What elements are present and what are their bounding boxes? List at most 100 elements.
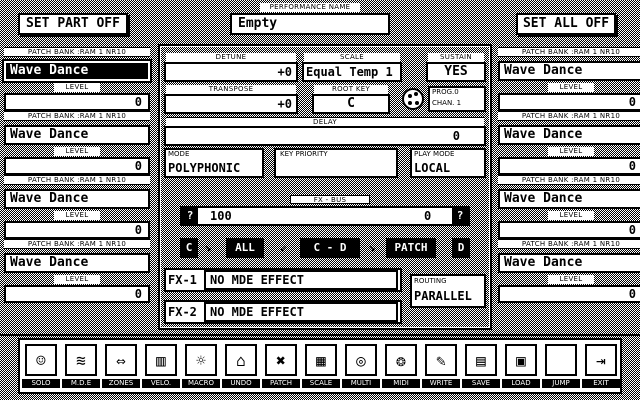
- solo-icon: ☺: [25, 344, 57, 376]
- toolbar-multi-button[interactable]: ◎ MULTI: [342, 340, 380, 390]
- toolbar-macro-button[interactable]: ☼ MACRO: [182, 340, 220, 390]
- toolbar-label: JUMP: [542, 379, 580, 388]
- toolbar-load-button[interactable]: ▣ LOAD: [502, 340, 540, 390]
- right-part-level-field[interactable]: 0: [498, 285, 640, 303]
- toolbar-jump-button[interactable]: JUMP: [542, 340, 580, 390]
- route-c-button[interactable]: C: [180, 238, 198, 258]
- toolbar-velo-button[interactable]: ▥ VELO.: [142, 340, 180, 390]
- key-priority-label: KEY PRIORITY: [280, 150, 328, 158]
- toolbar-label: VELO.: [142, 379, 180, 388]
- fx-bus-right-button[interactable]: ?: [452, 208, 468, 224]
- right-part-patch-field[interactable]: Wave Dance: [498, 253, 640, 273]
- left-part-level-label: LEVEL: [54, 211, 100, 220]
- toolbar-write-button[interactable]: ✎ WRITE: [422, 340, 460, 390]
- transpose-label: TRANSPOSE: [166, 85, 296, 94]
- routing-label: ROUTING: [414, 277, 447, 285]
- toolbar-exit-button[interactable]: ⇥ EXIT: [582, 340, 620, 390]
- right-part-level-field[interactable]: 0: [498, 157, 640, 175]
- toolbar-label: PATCH: [262, 379, 300, 388]
- route-d-button[interactable]: D: [452, 238, 470, 258]
- right-part-patch-field[interactable]: Wave Dance: [498, 125, 640, 145]
- right-part-level-field[interactable]: 0: [498, 93, 640, 111]
- toolbar-label: UNDO: [222, 379, 260, 388]
- toolbar-label: ZONES: [102, 379, 140, 388]
- route-cd-button[interactable]: C - D: [300, 238, 360, 258]
- velocity-icon: ▥: [145, 344, 177, 376]
- write-icon: ✎: [425, 344, 457, 376]
- fx-bus-label: FX - BUS: [290, 195, 370, 204]
- arrow-left-icon: ↘: [204, 240, 212, 254]
- left-part-level-field[interactable]: 0: [4, 157, 150, 175]
- toolbar-mde-button[interactable]: ≋ M.D.E: [62, 340, 100, 390]
- detune-label: DETUNE: [166, 53, 296, 62]
- route-all-button[interactable]: ALL: [226, 238, 264, 258]
- left-part-patch-field[interactable]: Wave Dance: [4, 253, 150, 273]
- arrow-mid-icon: ↙: [280, 240, 288, 254]
- right-part-level-label: LEVEL: [548, 211, 594, 220]
- root-key-label: ROOT KEY: [314, 85, 388, 94]
- routing-value: PARALLEL: [414, 289, 472, 303]
- right-part-patch-field[interactable]: Wave Dance: [498, 61, 640, 81]
- toolbar-label: SOLO: [22, 379, 60, 388]
- toolbar-label: SAVE: [462, 379, 500, 388]
- root-key-field[interactable]: C: [312, 94, 390, 114]
- load-icon: ▣: [505, 344, 537, 376]
- save-icon: ▤: [465, 344, 497, 376]
- scale-icon: ▦: [305, 344, 337, 376]
- fx2-field[interactable]: NO MDE EFFECT: [204, 302, 398, 322]
- toolbar-scale-button[interactable]: ▦ SCALE: [302, 340, 340, 390]
- left-part-patch-field[interactable]: Wave Dance: [4, 189, 150, 209]
- toolbar-patch-button[interactable]: ✖ PATCH: [262, 340, 300, 390]
- patch-icon: ✖: [265, 344, 297, 376]
- sustain-field[interactable]: YES: [426, 62, 486, 82]
- fx-bus-right-value: 0: [424, 209, 432, 223]
- scale-field[interactable]: Equal Temp 1: [302, 62, 402, 82]
- scale-label: SCALE: [304, 53, 400, 62]
- toolbar-save-button[interactable]: ▤ SAVE: [462, 340, 500, 390]
- set-part-off-button[interactable]: SET PART OFF: [18, 13, 128, 35]
- chan-text: CHAN. 1: [432, 99, 462, 107]
- route-patch-button[interactable]: PATCH: [386, 238, 436, 258]
- toolbar-label: M.D.E: [62, 379, 100, 388]
- undo-icon: ⌂: [225, 344, 257, 376]
- exit-icon: ⇥: [585, 344, 617, 376]
- toolbar-label: MULTI: [342, 379, 380, 388]
- right-part-level-field[interactable]: 0: [498, 221, 640, 239]
- sustain-label: SUSTAIN: [428, 53, 484, 62]
- left-part-level-field[interactable]: 0: [4, 285, 150, 303]
- left-part-level-field[interactable]: 0: [4, 221, 150, 239]
- right-part-level-label: LEVEL: [548, 275, 594, 284]
- fx-bus-left-button[interactable]: ?: [182, 208, 198, 224]
- toolbar-label: LOAD: [502, 379, 540, 388]
- jump-icon: [545, 344, 577, 376]
- performance-name-field[interactable]: Empty: [230, 13, 390, 35]
- toolbar-solo-button[interactable]: ☺ SOLO: [22, 340, 60, 390]
- transpose-value: +0: [277, 97, 292, 111]
- left-part-level-label: LEVEL: [54, 83, 100, 92]
- left-part-patch-field[interactable]: Wave Dance: [2, 59, 152, 83]
- detune-value: +0: [277, 65, 292, 79]
- set-all-off-button[interactable]: SET ALL OFF: [516, 13, 616, 35]
- mde-icon: ≋: [65, 344, 97, 376]
- toolbar-undo-button[interactable]: ⌂ UNDO: [222, 340, 260, 390]
- fx1-field[interactable]: NO MDE EFFECT: [204, 270, 398, 290]
- toolbar-midi-button[interactable]: ❂ MIDI: [382, 340, 420, 390]
- right-part-level-label: LEVEL: [548, 147, 594, 156]
- left-part-patch-field[interactable]: Wave Dance: [4, 125, 150, 145]
- fx-bus-value: 100: [210, 209, 232, 223]
- mode-value: POLYPHONIC: [168, 161, 241, 175]
- delay-label: DELAY: [166, 117, 484, 126]
- arrow-right-icon: ↘: [368, 240, 376, 254]
- midi-icon: ❂: [385, 344, 417, 376]
- left-part-level-field[interactable]: 0: [4, 93, 150, 111]
- toolbar-label: MACRO: [182, 379, 220, 388]
- right-part-patch-field[interactable]: Wave Dance: [498, 189, 640, 209]
- left-part-bank-label: PATCH BANK :RAM 1 NR10: [4, 175, 150, 185]
- toolbar-label: SCALE: [302, 379, 340, 388]
- midi-connector-icon: [402, 88, 424, 110]
- left-part-bank-label: PATCH BANK :RAM 1 NR10: [4, 239, 150, 249]
- toolbar-zones-button[interactable]: ⇔ ZONES: [102, 340, 140, 390]
- toolbar-label: WRITE: [422, 379, 460, 388]
- prog-text: PROG.0: [432, 88, 459, 96]
- left-part-bank-label: PATCH BANK :RAM 1 NR10: [4, 111, 150, 121]
